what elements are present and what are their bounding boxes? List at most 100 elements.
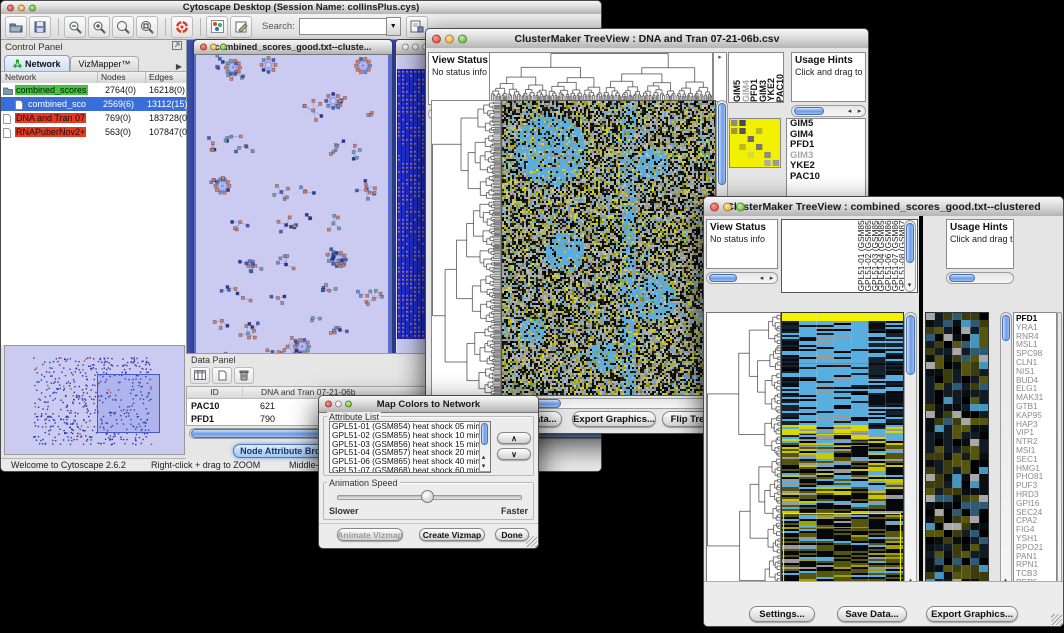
search-dropdown-arrow[interactable]: ▼ xyxy=(386,17,401,36)
zoom-button[interactable] xyxy=(458,34,467,43)
tv2-status-scrollbar[interactable]: ◂ ▸ xyxy=(706,272,778,284)
attribute-list-vscrollbar[interactable]: ▴ ▾ xyxy=(479,422,490,472)
zoom-in-button[interactable] xyxy=(88,16,110,38)
scrollbar-thumb[interactable] xyxy=(718,103,726,185)
animate-vizmap-button[interactable]: Animate Vizmap xyxy=(337,528,403,541)
tv1-export-graphics-button[interactable]: Export Graphics... xyxy=(572,411,656,427)
scroll-left-arrow[interactable]: ◂ xyxy=(757,275,766,283)
tv1-row-label[interactable]: PFD1 xyxy=(787,140,865,151)
scroll-up-arrow[interactable]: ▴ xyxy=(479,454,488,462)
close-button[interactable] xyxy=(200,44,207,51)
tv2-gene-vscrollbar[interactable]: ▴ ▾ xyxy=(1000,312,1012,596)
window-controls[interactable] xyxy=(710,202,745,211)
network-overview-canvas[interactable] xyxy=(5,346,182,452)
scroll-down-arrow[interactable]: ▾ xyxy=(905,282,914,290)
scrollbar-thumb[interactable] xyxy=(481,423,488,445)
tv2-column-label[interactable]: GPL51-02 (GSM855) xyxy=(863,220,870,291)
scroll-right-arrow[interactable]: ▸ xyxy=(767,275,776,283)
close-button[interactable] xyxy=(325,401,332,408)
dialog-titlebar[interactable]: Map Colors to Network xyxy=(319,396,538,413)
search-input[interactable] xyxy=(299,18,386,35)
minimize-button[interactable] xyxy=(210,44,217,51)
tv1-overview-heatmap[interactable] xyxy=(729,118,781,168)
close-button[interactable] xyxy=(710,202,719,211)
tv1-column-dendrogram[interactable] xyxy=(489,52,713,102)
scroll-right-arrow[interactable]: ▸ xyxy=(855,108,864,116)
annotation-button[interactable] xyxy=(230,16,252,38)
help-button[interactable] xyxy=(171,16,193,38)
tv2-heatmap[interactable] xyxy=(781,312,904,598)
tv2-settings-button[interactable]: Settings... xyxy=(749,606,815,622)
network-canvas[interactable] xyxy=(196,55,388,359)
tv1-column-label[interactable]: PAC10 xyxy=(775,74,784,102)
network-row[interactable]: DNA and Tran 07769(0)183728(0) xyxy=(1,111,186,125)
tv2-collabel-vscrollbar[interactable]: ▾ xyxy=(904,220,916,292)
zoom-fit-button[interactable] xyxy=(136,16,158,38)
tv2-column-label[interactable]: GPL51-01 (GSM854) xyxy=(856,220,863,291)
attribute-list-item[interactable]: GPL51-07 (GSM868) heat shock 60 min xyxy=(330,466,479,472)
tv2-right-scroll-strip[interactable] xyxy=(1057,312,1062,596)
tv2-export-graphics-button[interactable]: Export Graphics... xyxy=(926,606,1018,622)
scroll-down-arrow[interactable]: ▾ xyxy=(479,463,488,471)
treeview1-titlebar[interactable]: ClusterMaker TreeView : DNA and Tran 07-… xyxy=(426,29,868,49)
tv1-row-label[interactable]: PAC10 xyxy=(787,172,865,183)
resize-grip[interactable] xyxy=(1051,614,1062,625)
network-row[interactable]: combined_scores2764(0)16218(0) xyxy=(1,83,186,97)
zoom-button[interactable] xyxy=(220,44,227,51)
delete-attribute-button[interactable] xyxy=(234,367,254,384)
window-controls[interactable] xyxy=(200,44,227,51)
tv1-row-label[interactable]: YKE2 xyxy=(787,161,865,172)
main-titlebar[interactable]: Cytoscape Desktop (Session Name: collins… xyxy=(1,1,601,15)
tv2-hints-scrollbar[interactable] xyxy=(946,272,1014,284)
tv1-hints-scrollbar[interactable]: ◂ ▸ xyxy=(791,105,866,117)
tv1-column-label[interactable]: GIM4 xyxy=(741,80,750,102)
minimize-button[interactable] xyxy=(335,401,342,408)
minimize-button[interactable] xyxy=(412,44,419,51)
tv1-row-label[interactable]: GIM5 xyxy=(787,119,865,130)
select-attributes-button[interactable] xyxy=(190,367,210,384)
network-view-titlebar[interactable]: combined_scores_good.txt--cluste... xyxy=(194,40,392,55)
tv2-row-dendrogram[interactable] xyxy=(706,312,781,598)
scroll-left-arrow[interactable]: ◂ xyxy=(845,108,854,116)
tv2-split-divider[interactable] xyxy=(919,216,923,598)
zoom-out-button[interactable] xyxy=(64,16,86,38)
minimize-button[interactable] xyxy=(723,202,732,211)
network-name-cell[interactable]: combined_sco xyxy=(27,99,103,109)
float-panel-icon[interactable] xyxy=(172,41,182,53)
scrollbar-thumb[interactable] xyxy=(949,274,975,282)
tv2-column-label[interactable]: GPL51-06 (GSM865) xyxy=(883,220,890,291)
tv2-detail-heatmap[interactable] xyxy=(925,312,989,598)
data-col-id[interactable]: ID xyxy=(187,387,243,398)
window-controls[interactable] xyxy=(325,401,352,408)
scrollbar-thumb[interactable] xyxy=(709,274,737,282)
scrollbar-thumb[interactable] xyxy=(794,107,824,115)
tab-overflow-arrow[interactable]: ▶ xyxy=(176,62,182,71)
minimize-button[interactable] xyxy=(18,4,25,11)
window-controls[interactable] xyxy=(7,4,36,11)
tab-network[interactable]: Network xyxy=(4,55,70,71)
close-button[interactable] xyxy=(7,4,14,11)
tv2-vscrollbar[interactable]: ▴ ▾ xyxy=(904,312,917,596)
zoom-button[interactable] xyxy=(736,202,745,211)
resize-grip[interactable] xyxy=(526,536,537,547)
network-row[interactable]: combined_sco2569(6)13112(15) xyxy=(1,97,186,111)
search-combobox[interactable]: ▼ xyxy=(299,17,401,36)
close-button[interactable] xyxy=(432,34,441,43)
window-controls[interactable] xyxy=(432,34,467,43)
tv1-heatmap[interactable] xyxy=(501,100,716,396)
network-name-cell[interactable]: combined_scores xyxy=(15,85,103,95)
move-up-button[interactable]: ∧ xyxy=(497,432,531,444)
network-row[interactable]: RNAPuberNov2+563(0)107847(0) xyxy=(1,125,186,139)
zoom-button[interactable] xyxy=(345,401,352,408)
network-overview-panel[interactable] xyxy=(4,345,185,455)
tv1-column-label[interactable]: YKE2 xyxy=(766,78,775,102)
open-session-button[interactable] xyxy=(5,16,27,38)
network-name-cell[interactable]: RNAPuberNov2+ xyxy=(15,127,103,137)
scrollbar-thumb[interactable] xyxy=(906,223,914,263)
tv2-column-label[interactable]: GPL51-07 (GSM868) xyxy=(890,220,897,291)
tv1-column-label[interactable]: GIM5 xyxy=(732,80,741,102)
done-button[interactable]: Done xyxy=(495,528,529,541)
zoom-button[interactable] xyxy=(29,4,36,11)
tv2-save-data-button[interactable]: Save Data... xyxy=(837,606,907,622)
treeview2-titlebar[interactable]: ClusterMaker TreeView : combined_scores_… xyxy=(704,197,1063,217)
